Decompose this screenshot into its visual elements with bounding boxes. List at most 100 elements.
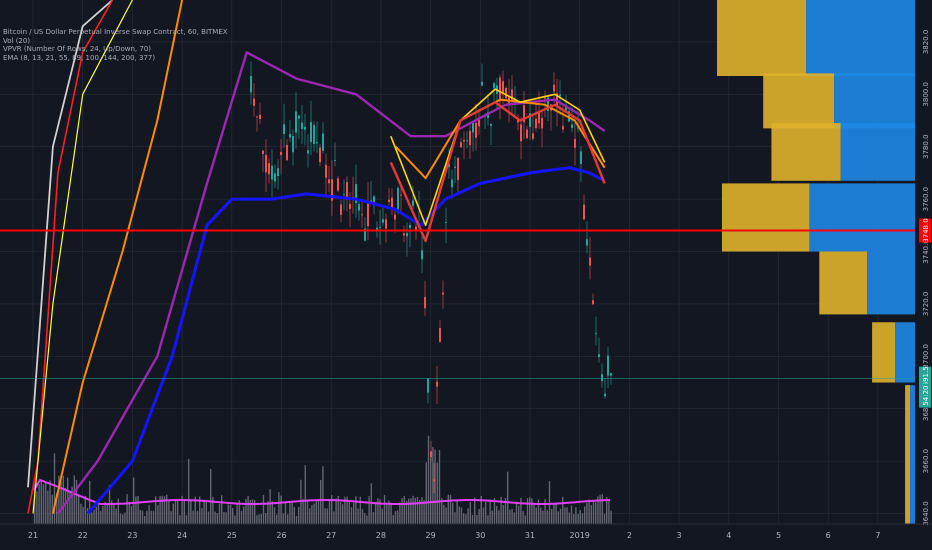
volume-bar (412, 495, 414, 524)
volume-bar (421, 497, 423, 524)
volume-bar (293, 506, 295, 524)
volume-bar (62, 475, 64, 524)
volume-bar (106, 504, 108, 524)
volume-bar (324, 508, 326, 524)
x-tick-label: 24 (177, 531, 187, 540)
vpvr-down-bar (867, 251, 915, 315)
vpvr-down-bar (806, 0, 915, 76)
volume-bar (562, 496, 564, 524)
volume-bar (436, 462, 438, 524)
candle-body (256, 116, 258, 118)
vpvr-down-bar (809, 183, 915, 252)
x-tick-label: 3 (677, 531, 682, 540)
volume-bar (361, 509, 364, 524)
volume-bar (243, 506, 245, 524)
volume-bar (476, 515, 478, 524)
candle-body (319, 147, 321, 163)
volume-bar (364, 513, 366, 524)
volume-bar (273, 507, 276, 524)
volume-bar (172, 503, 174, 524)
candle-body (436, 381, 438, 387)
volume-bar (269, 489, 271, 524)
volume-bar (89, 480, 91, 524)
candle-body (322, 133, 324, 151)
volume-bar (427, 435, 430, 524)
volume-bar (359, 496, 361, 524)
vpvr-down-bar (910, 385, 915, 524)
x-tick-label: 22 (78, 531, 88, 540)
volume-bar (240, 510, 243, 524)
candle-body (538, 112, 540, 124)
vpvr-down-bar (840, 123, 915, 181)
volume-bar (100, 510, 102, 524)
candle-body (265, 154, 267, 173)
candle-body (457, 157, 459, 180)
volume-bar (432, 447, 434, 524)
candle-body (403, 233, 405, 236)
candle-body (292, 136, 294, 153)
volume-bar (463, 513, 465, 524)
volume-bar (93, 509, 95, 524)
candle-body (274, 173, 276, 182)
candle-body (460, 142, 462, 148)
volume-bar (223, 511, 225, 524)
legend-ema[interactable]: EMA (8, 13, 21, 55, 89, 100, 144, 200, 3… (3, 54, 228, 63)
candle-body (412, 200, 414, 207)
volume-bar (579, 509, 581, 524)
x-tick-label: 4 (726, 531, 731, 540)
candle-body (595, 333, 597, 335)
volume-bar (485, 501, 487, 524)
volume-bar (214, 511, 216, 524)
candle-body (406, 233, 408, 237)
volume-bar (122, 514, 124, 524)
volume-bar (104, 502, 106, 524)
candle-body (421, 250, 423, 260)
candle-body (313, 124, 315, 144)
candle-body (298, 115, 300, 119)
candle-body (589, 257, 591, 266)
candle-body (397, 187, 399, 212)
volume-bar (150, 510, 152, 524)
candle-body (289, 134, 291, 138)
price-chart[interactable]: 3640.03660.03680.03700.03720.03740.03760… (0, 0, 932, 550)
volume-bar (408, 498, 410, 524)
legend-vpvr[interactable]: VPVR (Number Of Rows, 24, Up/Down, 70) (3, 45, 228, 54)
chart-legend: Bitcoin / US Dollar Perpetual Inverse Sw… (3, 28, 228, 62)
volume-bar (234, 515, 236, 524)
volume-bar (313, 503, 315, 524)
volume-bar (559, 508, 562, 524)
volume-bar (291, 502, 293, 524)
candle-body (307, 150, 309, 154)
volume-bar (271, 501, 273, 524)
candle-body (328, 179, 330, 184)
volume-bar (386, 503, 388, 524)
legend-symbol[interactable]: Bitcoin / US Dollar Perpetual Inverse Sw… (3, 28, 228, 37)
candle-body (481, 81, 483, 86)
volume-bar (375, 502, 377, 524)
volume-bar (232, 508, 234, 524)
candle-body (520, 124, 522, 142)
volume-bar (573, 513, 575, 524)
x-tick-label: 21 (28, 531, 38, 540)
candle-body (505, 88, 507, 99)
legend-volume[interactable]: Vol (20) (3, 37, 228, 46)
candle-body (469, 130, 471, 146)
candle-body (445, 222, 447, 224)
volume-bar (460, 507, 463, 524)
volume-bar (610, 510, 612, 524)
candle-body (343, 194, 345, 196)
vpvr-up-bar (905, 385, 911, 524)
volume-bar (287, 514, 289, 524)
volume-bar (45, 482, 47, 524)
volume-bar (148, 505, 150, 524)
volume-bar (317, 499, 320, 524)
candle-body (586, 239, 588, 246)
volume-bar (185, 515, 188, 524)
volume-bar (487, 515, 489, 524)
candle-body (580, 151, 582, 164)
volume-bar (95, 506, 97, 524)
volume-bar (570, 505, 573, 524)
candle-body (268, 163, 270, 175)
volume-bar (603, 513, 606, 524)
volume-bar (557, 511, 559, 524)
